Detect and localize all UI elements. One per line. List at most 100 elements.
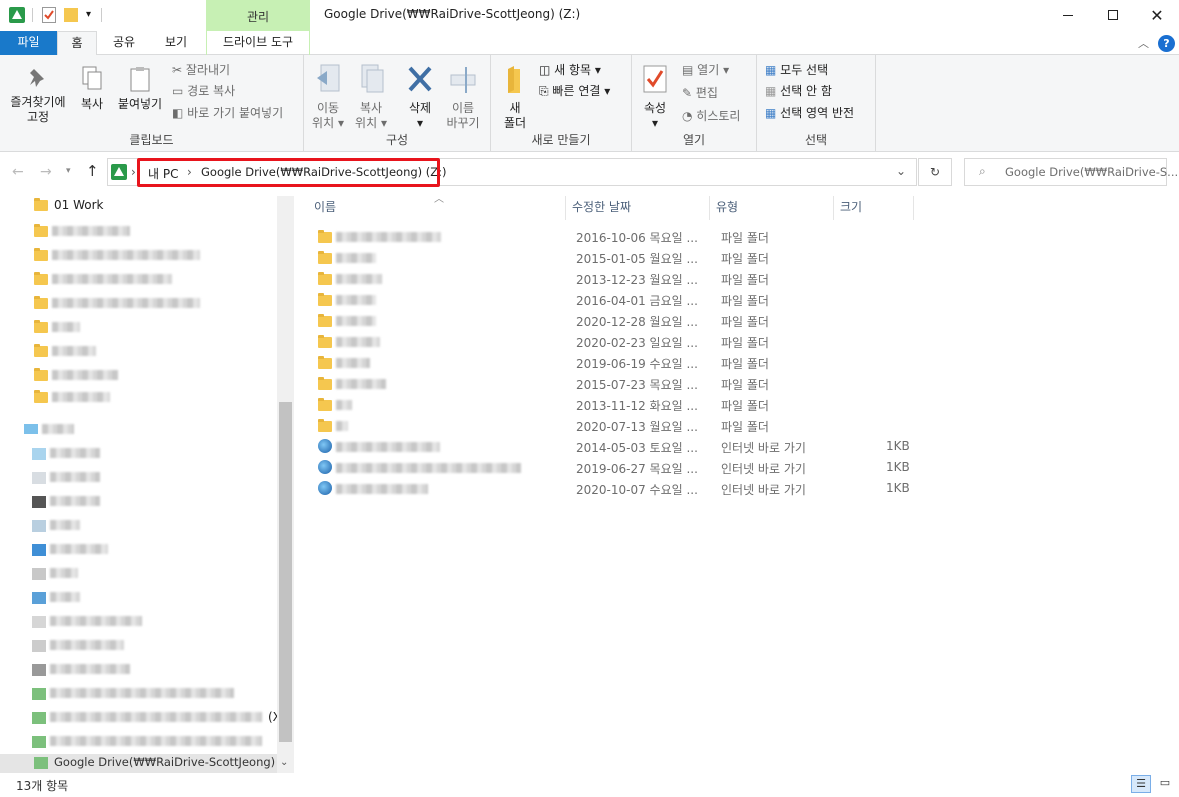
nav-item[interactable]: (X	[32, 708, 282, 728]
ribbon-collapse-icon[interactable]: ︿	[1138, 35, 1149, 51]
file-row-folder[interactable]: 2013-12-23 월요일 ... 파일 폴더	[308, 268, 1178, 289]
new-item-label: 새 항목	[554, 63, 592, 77]
details-view-icon[interactable]: ☰	[1131, 775, 1151, 793]
nav-item[interactable]	[32, 516, 122, 536]
tab-share[interactable]: 공유	[101, 31, 147, 55]
nav-item[interactable]	[32, 612, 152, 632]
drive-icon[interactable]	[9, 7, 25, 23]
rename-label-2: 바꾸기	[446, 116, 480, 130]
select-none-button[interactable]: ▦ 선택 안 함	[765, 81, 832, 101]
tab-file[interactable]: 파일	[0, 31, 57, 55]
file-date: 2020-07-13 월요일 ...	[576, 420, 698, 434]
nav-item[interactable]	[32, 492, 122, 512]
properties-quick-icon[interactable]	[42, 7, 56, 23]
nav-item[interactable]	[32, 732, 282, 752]
column-header-type[interactable]: 유형	[710, 196, 834, 220]
cut-button[interactable]: ✂ 잘라내기	[172, 60, 230, 80]
file-date: 2020-02-23 일요일 ...	[576, 336, 698, 350]
open-button[interactable]: ▤ 열기 ▾	[682, 60, 729, 80]
paste-button[interactable]: 붙여넣기	[114, 65, 166, 112]
easy-access-button[interactable]: ⎘ 빠른 연결 ▾	[539, 81, 610, 101]
new-folder-label-1: 새	[509, 101, 521, 115]
rename-button[interactable]: 이름 바꾸기	[442, 63, 484, 131]
file-row-shortcut[interactable]: 2019-06-27 목요일 ... 인터넷 바로 가기 1KB	[308, 457, 1178, 478]
move-to-button[interactable]: 이동 위치 ▾	[310, 63, 346, 131]
history-button[interactable]: ◔ 히스토리	[682, 106, 740, 126]
nav-item-01-work[interactable]: 01 Work	[54, 198, 103, 212]
column-header-size[interactable]: 크기	[834, 196, 914, 220]
folder-icon	[318, 419, 332, 432]
tab-home[interactable]: 홈	[57, 31, 97, 56]
file-row-folder[interactable]: 2020-12-28 월요일 ... 파일 폴더	[308, 310, 1178, 331]
select-all-button[interactable]: ▦ 모두 선택	[765, 60, 828, 80]
file-row-folder[interactable]: 2015-07-23 목요일 ... 파일 폴더	[308, 373, 1178, 394]
file-row-shortcut[interactable]: 2014-05-03 토요일 ... 인터넷 바로 가기 1KB	[308, 436, 1178, 457]
nav-scroll-down-icon[interactable]: ⌄	[280, 757, 288, 768]
nav-item[interactable]	[32, 636, 152, 656]
nav-item[interactable]	[32, 588, 122, 608]
nav-item[interactable]	[32, 540, 122, 560]
file-row-folder[interactable]: 2015-01-05 월요일 ... 파일 폴더	[308, 247, 1178, 268]
copy-path-button[interactable]: ▭ 경로 복사	[172, 81, 235, 101]
tab-drive-tools[interactable]: 드라이브 도구	[206, 31, 310, 55]
column-header-modified[interactable]: 수정한 날짜	[566, 196, 710, 220]
folder-icon	[34, 248, 48, 261]
file-row-folder[interactable]: 2020-02-23 일요일 ... 파일 폴더	[308, 331, 1178, 352]
new-folder-quick-icon[interactable]	[64, 8, 78, 22]
file-name-redacted	[336, 316, 376, 326]
refresh-icon[interactable]: ↻	[918, 158, 952, 186]
up-icon[interactable]: ↑	[86, 162, 99, 180]
properties-dropdown-icon[interactable]: ▾	[638, 116, 672, 131]
delete-button[interactable]: 삭제 ▾	[402, 63, 438, 131]
nav-item[interactable]	[32, 468, 122, 488]
file-row-folder[interactable]: 2016-10-06 목요일 ... 파일 폴더	[308, 226, 1178, 247]
nav-item[interactable]	[32, 660, 152, 680]
delete-dropdown-icon[interactable]: ▾	[402, 116, 438, 131]
file-date: 2013-11-12 화요일 ...	[576, 399, 698, 413]
file-type: 파일 폴더	[721, 294, 769, 308]
file-row-folder[interactable]: 2013-11-12 화요일 ... 파일 폴더	[308, 394, 1178, 415]
edit-button[interactable]: ✎ 편집	[682, 83, 718, 103]
file-list[interactable]: ︿ 이름 수정한 날짜 유형 크기 2016-10-06 목요일 ... 파일 폴…	[296, 194, 1179, 773]
forward-icon[interactable]: →	[40, 164, 52, 180]
file-size: 1KB	[886, 460, 910, 474]
new-folder-button[interactable]: 새 폴더	[497, 63, 533, 131]
help-icon[interactable]: ?	[1158, 35, 1175, 52]
navigation-pane[interactable]: 01 Work ︿ (X Google Drive(₩₩RaiDrive-Sco…	[0, 196, 296, 773]
breadcrumb-separator[interactable]: ›	[131, 165, 136, 179]
file-type: 파일 폴더	[721, 315, 769, 329]
properties-button[interactable]: 속성 ▾	[638, 63, 672, 131]
file-row-folder[interactable]: 2020-07-13 월요일 ... 파일 폴더	[308, 415, 1178, 436]
nav-item[interactable]	[32, 444, 122, 464]
pin-to-quick-access-button[interactable]: 즐겨찾기에 고정	[4, 65, 72, 125]
file-row-folder[interactable]: 2016-04-01 금요일 ... 파일 폴더	[308, 289, 1178, 310]
nav-item[interactable]	[32, 684, 252, 704]
search-input[interactable]: ⌕ Google Drive(₩₩RaiDrive-S...	[964, 158, 1178, 186]
history-label: 히스토리	[696, 109, 741, 123]
status-bar: 13개 항목 ☰ ▭	[0, 773, 1179, 797]
file-type: 인터넷 바로 가기	[721, 462, 806, 476]
back-icon[interactable]: ←	[12, 164, 24, 180]
invert-selection-button[interactable]: ▦ 선택 영역 반전	[765, 103, 854, 123]
nav-section-item[interactable]	[24, 422, 84, 436]
new-item-button[interactable]: ◫ 새 항목 ▾	[539, 60, 601, 80]
nav-item[interactable]	[32, 564, 122, 584]
nav-item-current-drive[interactable]: Google Drive(₩₩RaiDrive-ScottJeong) (Z:)	[0, 754, 296, 773]
minimize-icon[interactable]	[1045, 0, 1091, 31]
tab-view[interactable]: 보기	[153, 31, 199, 55]
file-row-shortcut[interactable]: 2020-10-07 수요일 ... 인터넷 바로 가기 1KB	[308, 478, 1178, 499]
address-dropdown-icon[interactable]: ⌄	[896, 164, 906, 178]
copy-button[interactable]: 복사	[74, 65, 110, 112]
column-header-name[interactable]: 이름	[308, 196, 566, 220]
close-icon[interactable]: ✕	[1135, 0, 1179, 31]
nav-scrollbar-thumb[interactable]	[279, 402, 292, 742]
copy-to-button[interactable]: 복사 위치 ▾	[353, 63, 389, 131]
file-date: 2016-04-01 금요일 ...	[576, 294, 698, 308]
large-icons-view-icon[interactable]: ▭	[1155, 775, 1175, 793]
file-row-folder[interactable]: 2019-06-19 수요일 ... 파일 폴더	[308, 352, 1178, 373]
maximize-icon[interactable]	[1091, 0, 1135, 31]
recent-locations-icon[interactable]: ▾	[66, 166, 71, 176]
easy-access-label: 빠른 연결	[552, 84, 601, 98]
paste-shortcut-button[interactable]: ◧ 바로 가기 붙여넣기	[172, 103, 283, 123]
customize-quick-access-icon[interactable]: ▾	[86, 9, 91, 20]
